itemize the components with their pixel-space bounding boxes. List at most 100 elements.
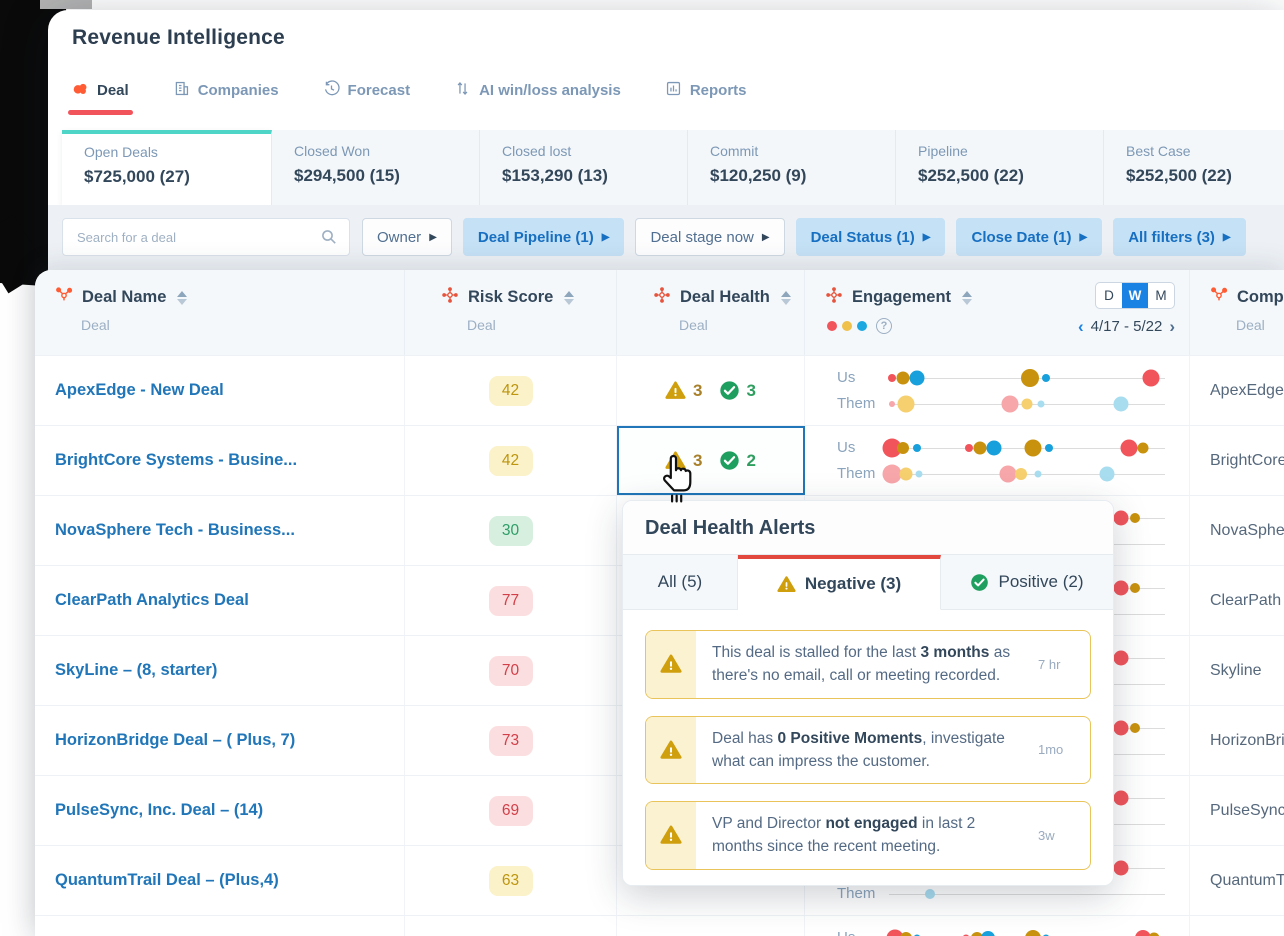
activity-dot[interactable] xyxy=(925,888,936,899)
filter-chip-deal-status-1-[interactable]: Deal Status (1) ▶ xyxy=(795,218,946,256)
table-header: Deal Name Deal Risk Score Deal Deal Health De… xyxy=(35,270,1284,355)
activity-dot[interactable] xyxy=(1042,373,1051,382)
filter-chip-all-filters-3-[interactable]: All filters (3) ▶ xyxy=(1113,218,1246,256)
summary-card-open-deals[interactable]: Open Deals $725,000 (27) xyxy=(62,130,272,205)
activity-dot[interactable] xyxy=(896,441,909,454)
popup-tab-negative-3-[interactable]: Negative (3) xyxy=(738,555,941,610)
deal-health-cell[interactable]: 32 xyxy=(617,426,805,495)
deal-name-link[interactable]: HorizonBridge Deal – ( Plus, 7) xyxy=(55,731,295,750)
activity-dot[interactable] xyxy=(1024,929,1041,936)
tab-companies[interactable]: Companies xyxy=(173,80,279,115)
alert-item[interactable]: Deal has 0 Positive Moments, investigate… xyxy=(645,715,1091,784)
period-option-m[interactable]: M xyxy=(1148,283,1174,308)
deal-health-cell[interactable] xyxy=(617,916,805,936)
activity-dot[interactable] xyxy=(1001,395,1019,412)
activity-dot[interactable] xyxy=(1113,580,1129,595)
activity-dot[interactable] xyxy=(986,440,1002,455)
activity-dot[interactable] xyxy=(1129,512,1140,523)
activity-dot[interactable] xyxy=(897,395,915,412)
deal-name-link[interactable]: ClearPath Analytics Deal xyxy=(55,591,249,610)
help-icon[interactable]: ? xyxy=(876,318,892,334)
activity-dot[interactable] xyxy=(1045,443,1054,452)
risk-score-cell: 70 xyxy=(405,636,617,705)
column-header-engagement[interactable]: Engagement? D W M ‹ 4/17 - 5/22 › xyxy=(805,270,1190,355)
column-header-deal-health[interactable]: Deal Health Deal xyxy=(617,270,805,355)
activity-dot[interactable] xyxy=(1142,369,1160,386)
activity-dot[interactable] xyxy=(1148,932,1160,936)
filter-chip-owner[interactable]: Owner ▶ xyxy=(362,218,452,256)
activity-dot[interactable] xyxy=(1137,442,1149,453)
chevron-right-icon[interactable]: › xyxy=(1169,318,1175,335)
activity-dot[interactable] xyxy=(912,443,921,452)
tab-forecast[interactable]: Forecast xyxy=(323,80,410,115)
activity-dot[interactable] xyxy=(899,931,912,936)
column-header-risk-score[interactable]: Risk Score Deal xyxy=(405,270,617,355)
activity-dot[interactable] xyxy=(1020,368,1039,387)
sort-icon[interactable] xyxy=(177,290,188,305)
activity-dot[interactable] xyxy=(1113,720,1129,735)
activity-dot[interactable] xyxy=(915,470,923,477)
activity-dot[interactable] xyxy=(899,467,913,480)
deal-health-cell[interactable]: 33 xyxy=(617,356,805,425)
activity-dot[interactable] xyxy=(1120,439,1138,456)
deal-name-link[interactable]: QuantumTrail Deal – (Plus,4) xyxy=(55,871,279,890)
filter-chip-close-date-1-[interactable]: Close Date (1) ▶ xyxy=(956,218,1103,256)
period-option-d[interactable]: D xyxy=(1096,283,1122,308)
activity-dot[interactable] xyxy=(1034,470,1042,477)
activity-dot[interactable] xyxy=(1113,396,1129,411)
popup-tab-positive-2-[interactable]: Positive (2) xyxy=(941,555,1113,609)
summary-card-closed-won[interactable]: Closed Won $294,500 (15) xyxy=(272,130,480,205)
activity-dot[interactable] xyxy=(887,373,896,382)
activity-dot[interactable] xyxy=(896,371,910,384)
activity-dot[interactable] xyxy=(909,370,925,385)
tab-ai-win-loss-analysis[interactable]: AI win/loss analysis xyxy=(454,80,621,115)
activity-dot[interactable] xyxy=(1037,400,1045,407)
activity-dot[interactable] xyxy=(981,930,996,936)
card-label: Best Case xyxy=(1126,143,1191,159)
activity-dot[interactable] xyxy=(1113,650,1129,665)
deal-name-link[interactable]: BrightCore Systems - Busine... xyxy=(55,451,297,470)
sort-icon[interactable] xyxy=(780,290,791,305)
column-header-companies[interactable]: Companies Deal xyxy=(1190,270,1284,355)
chevron-left-icon[interactable]: ‹ xyxy=(1078,318,1084,335)
card-label: Open Deals xyxy=(84,144,158,160)
activity-dot[interactable] xyxy=(1021,398,1033,409)
search-input[interactable] xyxy=(63,229,321,245)
tab-reports[interactable]: Reports xyxy=(665,80,747,115)
search-box[interactable] xyxy=(62,218,350,256)
activity-dot[interactable] xyxy=(1024,439,1042,456)
sort-icon[interactable] xyxy=(564,290,575,305)
activity-dot[interactable] xyxy=(973,441,987,454)
summary-card-closed-lost[interactable]: Closed lost $153,290 (13) xyxy=(480,130,688,205)
activity-dot[interactable] xyxy=(1113,790,1129,805)
activity-dot[interactable] xyxy=(1129,722,1140,733)
alert-item[interactable]: VP and Director not engaged in last 2 mo… xyxy=(645,801,1091,870)
column-subtitle: Deal xyxy=(81,317,110,333)
activity-dot[interactable] xyxy=(888,400,895,407)
card-label: Closed Won xyxy=(294,143,371,159)
tab-deal[interactable]: Deal xyxy=(68,80,133,115)
popup-tab-label: Negative (3) xyxy=(804,574,902,593)
deal-name-link[interactable]: ApexEdge - New Deal xyxy=(55,381,224,400)
filter-chip-deal-pipeline-1-[interactable]: Deal Pipeline (1) ▶ xyxy=(462,218,625,256)
deal-name-link[interactable]: NovaSphere Tech - Business... xyxy=(55,521,295,540)
activity-dot[interactable] xyxy=(1099,466,1115,481)
alert-item[interactable]: This deal is stalled for the last 3 mont… xyxy=(645,630,1091,699)
period-option-w[interactable]: W xyxy=(1122,283,1148,308)
activity-dot[interactable] xyxy=(999,465,1017,482)
deal-name-link[interactable]: SkyLine – (8, starter) xyxy=(55,661,217,680)
deal-name-link[interactable]: PulseSync, Inc. Deal – (14) xyxy=(55,801,263,820)
popup-tab-label: Positive (2) xyxy=(998,572,1084,591)
activity-dot[interactable] xyxy=(1113,510,1129,525)
summary-card-pipeline[interactable]: Pipeline $252,500 (22) xyxy=(896,130,1104,205)
popup-tab-all-5-[interactable]: All (5) xyxy=(623,555,738,609)
activity-dot[interactable] xyxy=(1015,467,1028,480)
filter-chip-deal-stage-now[interactable]: Deal stage now ▶ xyxy=(635,218,785,256)
activity-dot[interactable] xyxy=(1113,860,1129,875)
activity-dot[interactable] xyxy=(965,443,974,452)
activity-dot[interactable] xyxy=(1129,582,1140,593)
summary-card-best-case[interactable]: Best Case $252,500 (22) xyxy=(1104,130,1284,205)
sort-icon[interactable] xyxy=(962,290,973,305)
summary-card-commit[interactable]: Commit $120,250 (9) xyxy=(688,130,896,205)
column-header-deal-name[interactable]: Deal Name Deal xyxy=(35,270,405,355)
